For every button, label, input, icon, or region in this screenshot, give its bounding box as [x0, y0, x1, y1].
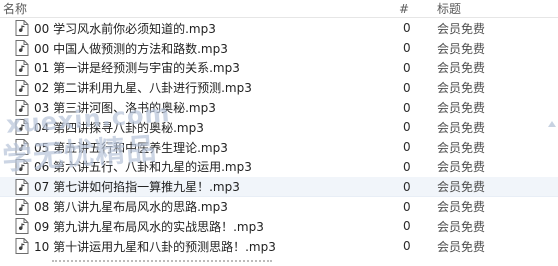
file-name: 06 第六讲五行、八卦和九星的运用.mp3	[34, 160, 252, 175]
file-title: 会员免费	[437, 140, 486, 155]
file-number: 0	[403, 41, 411, 56]
file-title: 会员免费	[437, 81, 486, 96]
list-item[interactable]: 07 第七讲如何掐指一算推九星！.mp3 0 会员免费	[0, 177, 558, 198]
file-name: 10 第十讲运用九星和八卦的预测思路！.mp3	[34, 239, 276, 254]
audio-file-icon	[15, 79, 29, 96]
file-name: 08 第八讲九星布局风水的思路.mp3	[34, 200, 228, 215]
file-name-cell: 09 第九讲九星布局风水的实战思路！.mp3	[0, 218, 385, 235]
file-name: 05 第五讲五行和中医养生理论.mp3	[34, 140, 228, 155]
file-title: 会员免费	[437, 180, 486, 195]
file-number: 0	[403, 80, 411, 95]
file-title: 会员免费	[437, 61, 486, 76]
file-name: 03 第三讲河图、洛书的奥秘.mp3	[34, 101, 216, 116]
partial-next-row	[0, 260, 558, 266]
file-name-cell: 00 学习风水前你必须知道的.mp3	[0, 20, 385, 37]
list-item[interactable]: 03 第三讲河图、洛书的奥秘.mp3 0 会员免费	[0, 98, 558, 118]
list-item[interactable]: 00 中国人做预测的方法和路数.mp3 0 会员免费	[0, 39, 558, 59]
list-item[interactable]: 05 第五讲五行和中医养生理论.mp3 0 会员免费	[0, 138, 558, 158]
file-title: 会员免费	[437, 101, 486, 116]
file-number: 0	[403, 239, 411, 254]
file-name-cell: 08 第八讲九星布局风水的思路.mp3	[0, 198, 385, 215]
list-item[interactable]: 06 第六讲五行、八卦和九星的运用.mp3 0 会员免费	[0, 158, 558, 178]
file-title: 会员免费	[437, 120, 486, 135]
audio-file-icon	[15, 40, 29, 57]
file-title: 会员免费	[437, 239, 486, 254]
audio-file-icon	[15, 119, 29, 136]
audio-file-icon	[15, 20, 29, 37]
list-item[interactable]: 04 第四讲探寻八卦的奥秘.mp3 0 会员免费	[0, 118, 558, 138]
file-name-cell: 03 第三讲河图、洛书的奥秘.mp3	[0, 99, 385, 116]
file-number: 0	[403, 140, 411, 155]
audio-file-icon	[15, 198, 29, 215]
file-title: 会员免费	[437, 200, 486, 215]
audio-file-icon	[15, 218, 29, 235]
file-title: 会员免费	[437, 41, 486, 56]
file-title: 会员免费	[437, 160, 486, 175]
file-name-cell: 06 第六讲五行、八卦和九星的运用.mp3	[0, 158, 385, 175]
audio-file-icon	[15, 158, 29, 175]
partial-row-fragment	[52, 260, 272, 265]
file-name-cell: 10 第十讲运用九星和八卦的预测思路！.mp3	[0, 238, 385, 255]
list-item[interactable]: 02 第二讲利用九星、八卦进行预测.mp3 0 会员免费	[0, 78, 558, 98]
file-name: 07 第七讲如何掐指一算推九星！.mp3	[34, 180, 240, 195]
header-name[interactable]: 名称	[0, 0, 385, 17]
file-name-cell: 05 第五讲五行和中医养生理论.mp3	[0, 139, 385, 156]
file-number: 0	[403, 21, 411, 36]
file-name: 00 中国人做预测的方法和路数.mp3	[34, 41, 228, 56]
audio-file-icon	[15, 59, 29, 76]
file-number: 0	[403, 100, 411, 115]
audio-file-icon	[15, 178, 29, 195]
watermark-triangle-icon	[548, 121, 556, 127]
file-name-cell: 01 第一讲是经预测与宇宙的关系.mp3	[0, 59, 385, 76]
file-name-cell: 00 中国人做预测的方法和路数.mp3	[0, 40, 385, 57]
file-name-cell: 02 第二讲利用九星、八卦进行预测.mp3	[0, 79, 385, 96]
header-title[interactable]: 标题	[425, 0, 558, 17]
file-number: 0	[403, 179, 411, 194]
audio-file-icon	[15, 99, 29, 116]
header-number[interactable]: #	[385, 2, 425, 16]
file-name: 01 第一讲是经预测与宇宙的关系.mp3	[34, 61, 240, 76]
file-name: 02 第二讲利用九星、八卦进行预测.mp3	[34, 81, 252, 96]
file-number: 0	[403, 120, 411, 135]
list-item[interactable]: 08 第八讲九星布局风水的思路.mp3 0 会员免费	[0, 197, 558, 217]
file-number: 0	[403, 159, 411, 174]
list-item[interactable]: 09 第九讲九星布局风水的实战思路！.mp3 0 会员免费	[0, 217, 558, 237]
file-name: 09 第九讲九星布局风水的实战思路！.mp3	[34, 219, 264, 234]
audio-file-icon	[15, 238, 29, 255]
file-name: 04 第四讲探寻八卦的奥秘.mp3	[34, 120, 204, 135]
list-item[interactable]: 01 第一讲是经预测与宇宙的关系.mp3 0 会员免费	[0, 59, 558, 79]
file-list-window: 名称 # 标题 00 学习风水前你必须知道的.mp3 0 会员免费 00 中国人…	[0, 0, 558, 266]
file-number: 0	[403, 199, 411, 214]
file-title: 会员免费	[437, 219, 486, 234]
file-title: 会员免费	[437, 21, 486, 36]
file-name-cell: 04 第四讲探寻八卦的奥秘.mp3	[0, 119, 385, 136]
file-number: 0	[403, 219, 411, 234]
file-number: 0	[403, 60, 411, 75]
list-item[interactable]: 10 第十讲运用九星和八卦的预测思路！.mp3 0 会员免费	[0, 237, 558, 257]
column-header: 名称 # 标题	[0, 0, 558, 18]
audio-file-icon	[15, 139, 29, 156]
file-name: 00 学习风水前你必须知道的.mp3	[34, 21, 216, 36]
file-name-cell: 07 第七讲如何掐指一算推九星！.mp3	[0, 178, 385, 195]
list-item[interactable]: 00 学习风水前你必须知道的.mp3 0 会员免费	[0, 19, 558, 39]
file-list: 00 学习风水前你必须知道的.mp3 0 会员免费 00 中国人做预测的方法和路…	[0, 19, 558, 266]
